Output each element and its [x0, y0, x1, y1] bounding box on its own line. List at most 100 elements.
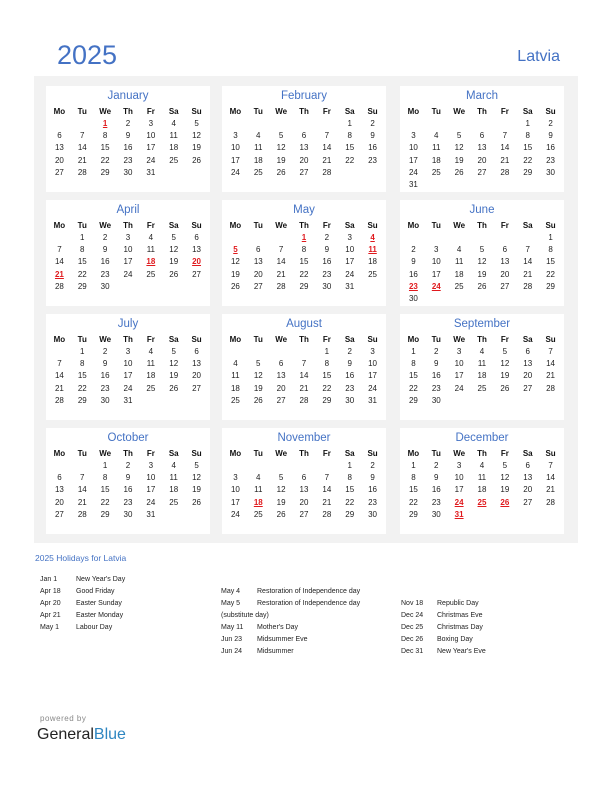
- empty-cell: [71, 118, 94, 130]
- day-cell: 29: [408, 509, 418, 519]
- day-cell: 18: [146, 371, 156, 381]
- day-cell: 19: [192, 485, 202, 495]
- day-cell: 9: [125, 131, 131, 141]
- empty-cell: [402, 232, 425, 244]
- weekday-header: Fr: [500, 221, 509, 230]
- day-cell: 29: [299, 281, 309, 291]
- day-cell: 10: [454, 359, 464, 369]
- day-cell: 3: [125, 233, 131, 242]
- day-cell: 27: [253, 281, 263, 291]
- weekday-header: Tu: [431, 335, 441, 344]
- day-cell: 8: [301, 245, 307, 255]
- holiday-column: May 4 Restoration of Independence day May …: [221, 586, 360, 658]
- day-cell: 20: [523, 485, 533, 495]
- day-cell: 12: [454, 143, 464, 153]
- weekday-header: Th: [477, 107, 487, 116]
- day-cell: 26: [253, 395, 263, 405]
- day-cell: 2: [324, 233, 330, 242]
- empty-cell: [48, 118, 71, 130]
- day-cell: 3: [411, 131, 416, 141]
- day-cell: 30: [431, 509, 441, 519]
- day-cell: 12: [253, 371, 263, 381]
- weekday-header: Th: [477, 335, 487, 344]
- weekday-header: Sa: [168, 221, 179, 230]
- day-cell: 21: [299, 383, 309, 393]
- day-cell: 25: [253, 167, 263, 177]
- day-cell: 8: [525, 131, 530, 141]
- day-cell: 10: [230, 485, 240, 495]
- day-cell: 13: [477, 143, 487, 153]
- weekday-header: Th: [299, 221, 309, 230]
- holiday-name: (substitute day): [221, 612, 269, 619]
- day-cell: 13: [500, 257, 510, 267]
- day-cell: 20: [477, 155, 487, 165]
- day-cell: 22: [345, 155, 355, 165]
- day-cell: 6: [57, 131, 62, 141]
- day-cell: 5: [171, 347, 176, 356]
- day-cell: 17: [123, 371, 133, 381]
- holiday-date: Jan 1: [40, 576, 58, 583]
- day-cell: 5: [194, 119, 199, 128]
- empty-cell: [48, 232, 71, 244]
- day-cell: 17: [230, 497, 240, 507]
- day-cell: 27: [299, 509, 309, 519]
- day-cell: 13: [299, 485, 309, 495]
- day-cell: 30: [431, 395, 441, 405]
- day-cell: 21: [523, 269, 533, 279]
- day-cell: 9: [347, 359, 352, 369]
- weekday-header: We: [453, 335, 466, 344]
- day-cell: 17: [146, 485, 156, 495]
- day-cell: 3: [456, 461, 462, 470]
- day-cell: 28: [299, 395, 309, 405]
- day-cell: 16: [123, 485, 133, 495]
- day-cell: 7: [80, 473, 85, 483]
- generalblue-logo[interactable]: GeneralBlue: [37, 726, 126, 744]
- holiday-name: Labour Day: [76, 624, 113, 631]
- empty-cell: [471, 232, 494, 244]
- day-cell: 24: [454, 383, 464, 393]
- day-cell: 27: [477, 167, 487, 177]
- day-cell: 26: [230, 281, 240, 291]
- month-card-march: March Mo Tu We Th Fr Sa Su 1 2 3 4 5 6 7 8 9 10 11 12 13 14 15…: [400, 86, 564, 192]
- day-cell: 27: [276, 395, 286, 405]
- day-cell: 22: [77, 383, 87, 393]
- weekday-header: Mo: [229, 221, 242, 230]
- day-cell: 7: [502, 131, 508, 141]
- day-cell: 12: [169, 245, 179, 255]
- holiday-date: May 5: [221, 600, 241, 607]
- holiday-name: Christmas Day: [437, 624, 483, 631]
- day-cell: 16: [322, 257, 332, 267]
- day-cell: 24: [146, 497, 156, 507]
- day-cell: 6: [194, 347, 199, 356]
- day-cell: 14: [276, 257, 286, 267]
- day-cell: 27: [192, 269, 202, 279]
- day-cell: 16: [100, 371, 110, 381]
- day-cell: 1: [347, 461, 352, 470]
- day-cell: 16: [431, 485, 441, 495]
- day-cell: 4: [479, 461, 485, 470]
- month-name: June: [469, 204, 495, 216]
- month-card-july: July Mo Tu We Th Fr Sa Su 1 2 3 4 5 6 7 8 9 10 11 12 13 14 15 1…: [46, 314, 210, 420]
- day-cell: 11: [454, 257, 464, 267]
- month-grid: Mo Tu We Th Fr Sa Su 1 2 3 4 5 6 7 8 9 10 11 12 13 14 15 16 17 1…: [222, 447, 386, 521]
- holiday-item: Apr 21 Easter Monday: [40, 610, 125, 622]
- day-cell: 1: [548, 233, 553, 242]
- holiday-date: May 4: [221, 588, 241, 595]
- day-cell: 17: [146, 143, 156, 153]
- day-cell: 3: [148, 119, 154, 128]
- day-cell: 24: [230, 509, 240, 519]
- day-cell: 14: [523, 257, 533, 267]
- holiday-name: Midsummer: [257, 648, 294, 655]
- day-cell: 11: [169, 131, 178, 141]
- brand-general: General: [37, 726, 94, 743]
- day-cell: 29: [77, 281, 87, 291]
- day-cell: 20: [54, 497, 64, 507]
- weekday-header: Su: [545, 107, 556, 116]
- weekday-header: Sa: [168, 107, 179, 116]
- day-cell: 18: [368, 257, 378, 267]
- day-cell: 19: [454, 155, 464, 165]
- day-cell: 11: [477, 359, 487, 369]
- day-cell: 25: [146, 269, 156, 279]
- day-cell: 5: [502, 461, 508, 470]
- weekday-header: Su: [191, 107, 202, 116]
